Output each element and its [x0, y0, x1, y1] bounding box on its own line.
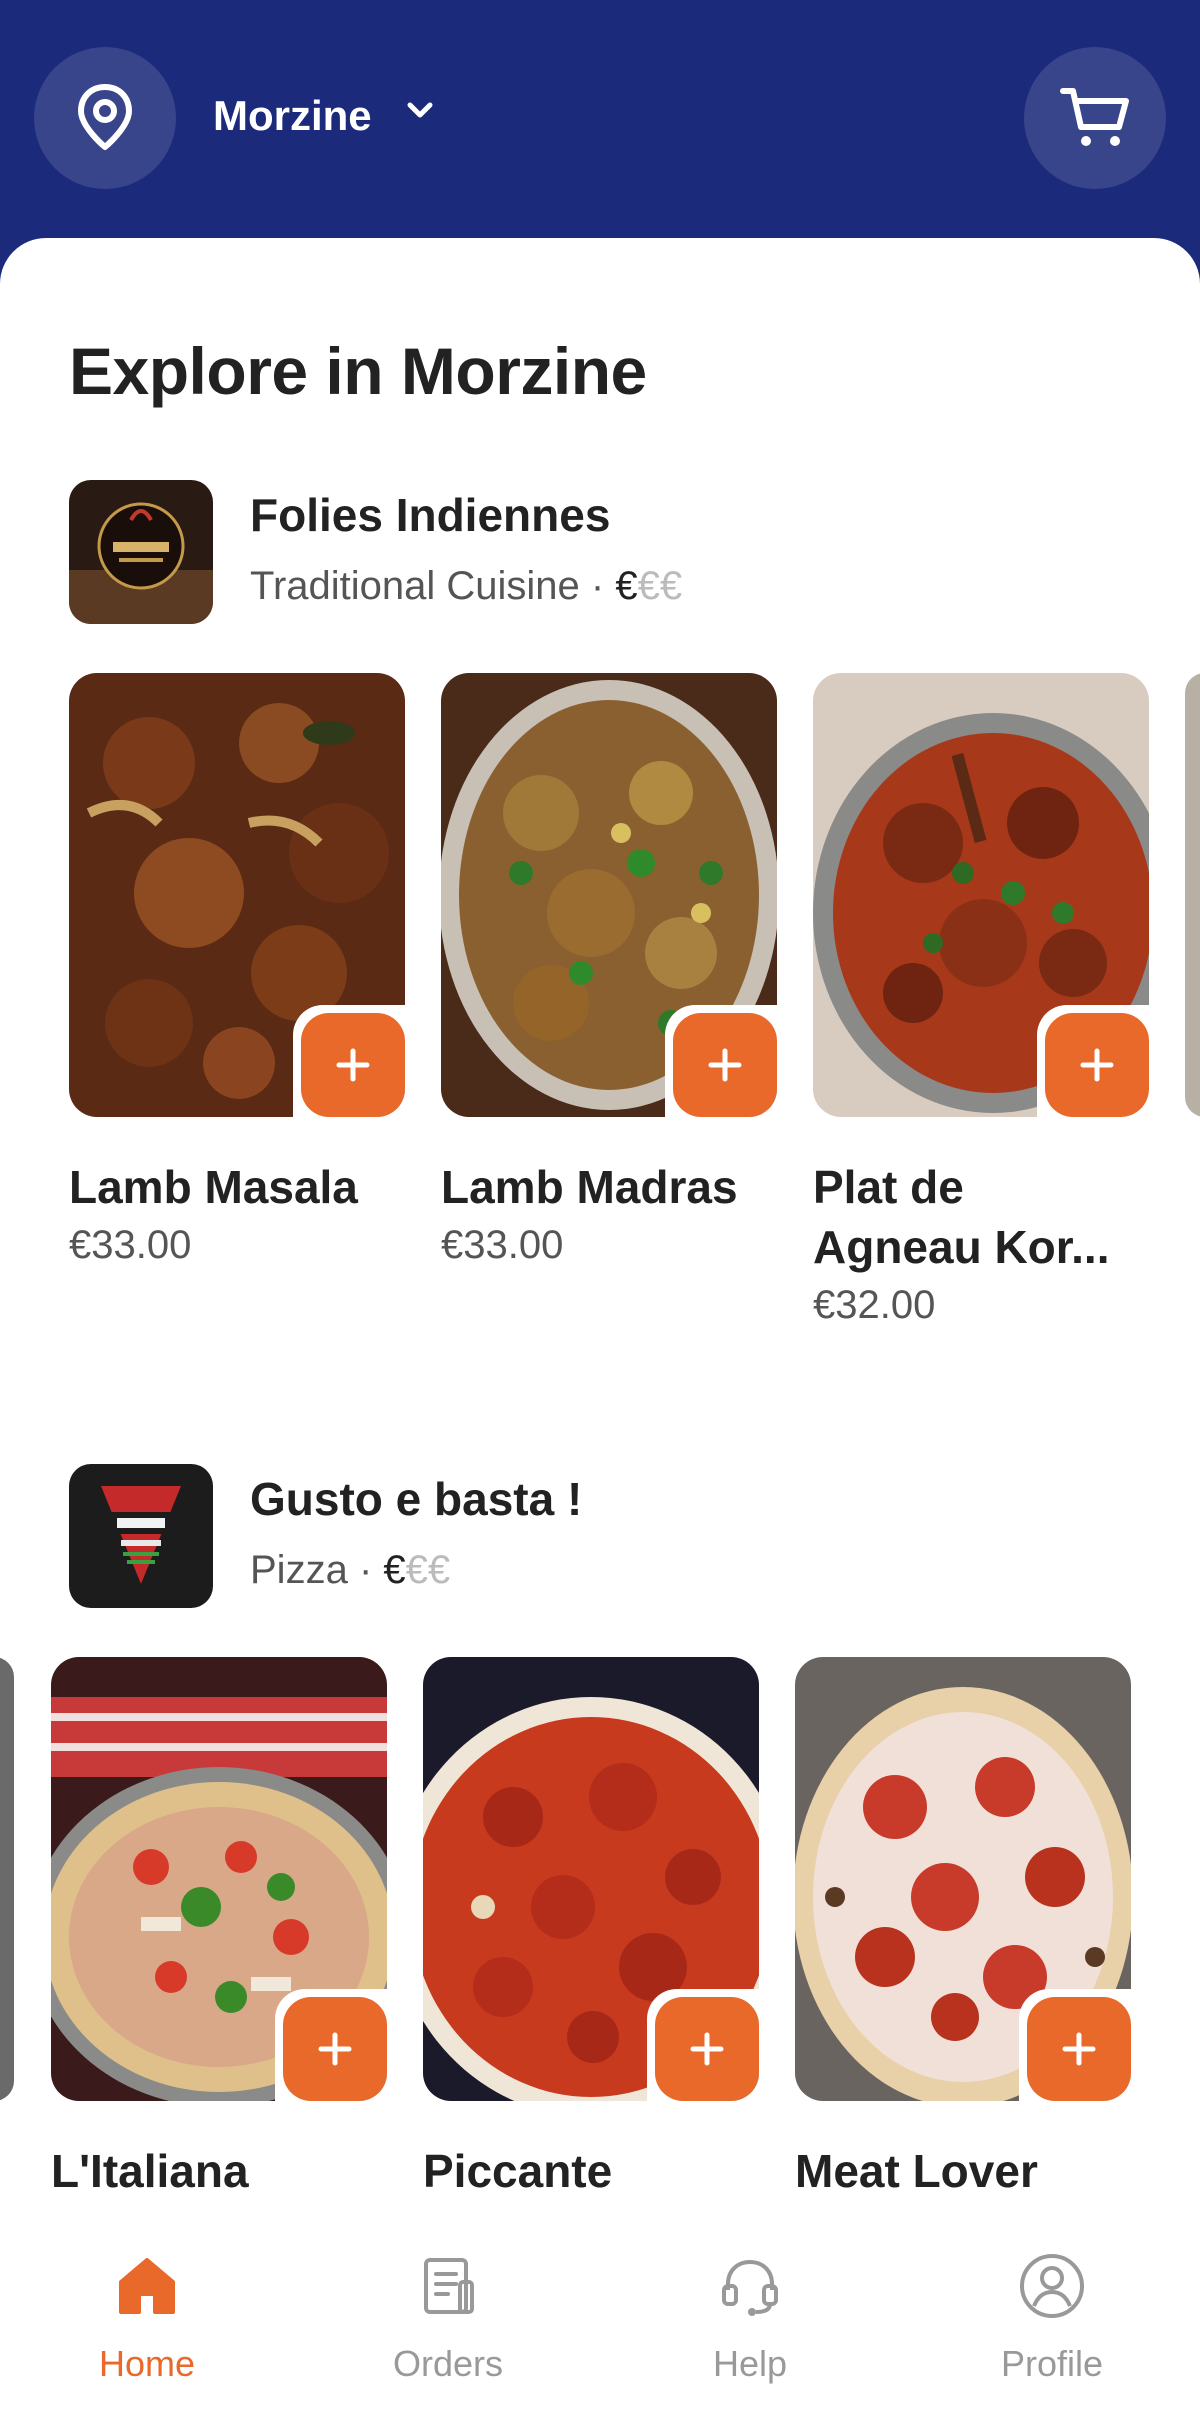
menu-item-price: €32.00	[813, 1283, 936, 1327]
dish-image	[813, 673, 1149, 1117]
menu-item-price: €33.00	[441, 1223, 564, 1267]
restaurant-logo[interactable]	[69, 1464, 213, 1608]
dish-image	[69, 673, 405, 1117]
restaurant-meta: Pizza · €€€	[250, 1548, 450, 1593]
dish-image	[0, 1657, 14, 2101]
menu-item-card[interactable]: Meat Lover	[795, 1657, 1131, 2207]
bottom-tab-bar: Home Orders Help Profile	[0, 2222, 1200, 2417]
tab-label: Home	[98, 2343, 196, 2384]
headset-icon	[722, 2259, 778, 2316]
plus-icon	[336, 1048, 370, 1082]
menu-item-card[interactable]: Lamb Masala €33.00	[69, 673, 405, 1268]
restaurant-logo[interactable]	[69, 480, 213, 624]
tab-home[interactable]: Home	[47, 2250, 247, 2385]
menu-item-price: €33.00	[69, 1223, 192, 1267]
price-level-inactive: €€	[405, 1548, 451, 1592]
tab-orders[interactable]: Orders	[348, 2250, 548, 2385]
menu-item-card-partial[interactable]	[1185, 673, 1200, 1117]
restaurant-name[interactable]: Gusto e basta !	[250, 1472, 582, 1526]
plus-icon	[1080, 1048, 1114, 1082]
menu-item-name: Piccante	[423, 2145, 613, 2197]
meta-separator: ·	[358, 1548, 373, 1592]
tab-label: Orders	[392, 2343, 504, 2384]
menu-item-name: Plat de Agneau Kor...	[813, 1161, 1110, 1273]
dish-image	[51, 1657, 387, 2101]
plus-icon	[690, 2032, 724, 2066]
map-pin-icon	[78, 84, 132, 150]
chevron-down-icon[interactable]	[406, 100, 434, 120]
menu-item-card[interactable]: Plat de Agneau Kor... €32.00	[813, 673, 1149, 1328]
plus-icon	[708, 1048, 742, 1082]
location-button[interactable]	[34, 47, 176, 189]
restaurant-category: Traditional Cuisine	[250, 564, 580, 608]
add-to-cart-button[interactable]	[293, 1005, 405, 1117]
add-to-cart-button[interactable]	[647, 1989, 759, 2101]
plus-icon	[318, 2032, 352, 2066]
meta-separator: ·	[590, 564, 605, 608]
dish-image	[1185, 673, 1200, 1117]
price-level-active: €	[615, 564, 638, 608]
tab-label: Profile	[1000, 2343, 1104, 2384]
restaurant-category: Pizza	[250, 1548, 348, 1592]
restaurant-meta: Traditional Cuisine · €€€	[250, 564, 682, 609]
home-icon	[119, 2258, 175, 2314]
menu-item-name: Meat Lover	[795, 2145, 1038, 2197]
menu-item-card[interactable]: L'Italiana	[51, 1657, 387, 2207]
menu-item-name: L'Italiana	[51, 2145, 249, 2197]
location-label[interactable]: Morzine	[213, 92, 372, 140]
cart-button[interactable]	[1024, 47, 1166, 189]
menu-item-name: Lamb Masala	[69, 1161, 358, 1213]
profile-icon	[1020, 2254, 1084, 2318]
add-to-cart-button[interactable]	[665, 1005, 777, 1117]
tab-label: Help	[712, 2343, 788, 2384]
main-content: Explore in Morzine Folies Indiennes Trad…	[0, 238, 1200, 2417]
add-to-cart-button[interactable]	[1037, 1005, 1149, 1117]
dish-image	[423, 1657, 759, 2101]
menu-item-card-partial[interactable]	[0, 1657, 14, 2101]
menu-item-card[interactable]: Piccante	[423, 1657, 759, 2207]
page-title: Explore in Morzine	[69, 334, 647, 408]
dish-image	[795, 1657, 1131, 2101]
menu-item-card[interactable]: Lamb Madras €33.00	[441, 673, 777, 1268]
add-to-cart-button[interactable]	[1019, 1989, 1131, 2101]
cart-icon	[1060, 88, 1129, 146]
price-level-inactive: €€	[637, 564, 683, 608]
plus-icon	[1062, 2032, 1096, 2066]
add-to-cart-button[interactable]	[275, 1989, 387, 2101]
menu-item-name: Lamb Madras	[441, 1161, 738, 1213]
menu-carousel[interactable]: Lamb Masala €33.00 Lamb Madras €33.00 Pl…	[0, 673, 1200, 1373]
tab-help[interactable]: Help	[650, 2250, 850, 2385]
price-level-active: €	[383, 1548, 406, 1592]
restaurant-name[interactable]: Folies Indiennes	[250, 488, 610, 542]
tab-profile[interactable]: Profile	[952, 2250, 1152, 2385]
dish-image	[441, 673, 777, 1117]
orders-icon	[424, 2258, 474, 2314]
